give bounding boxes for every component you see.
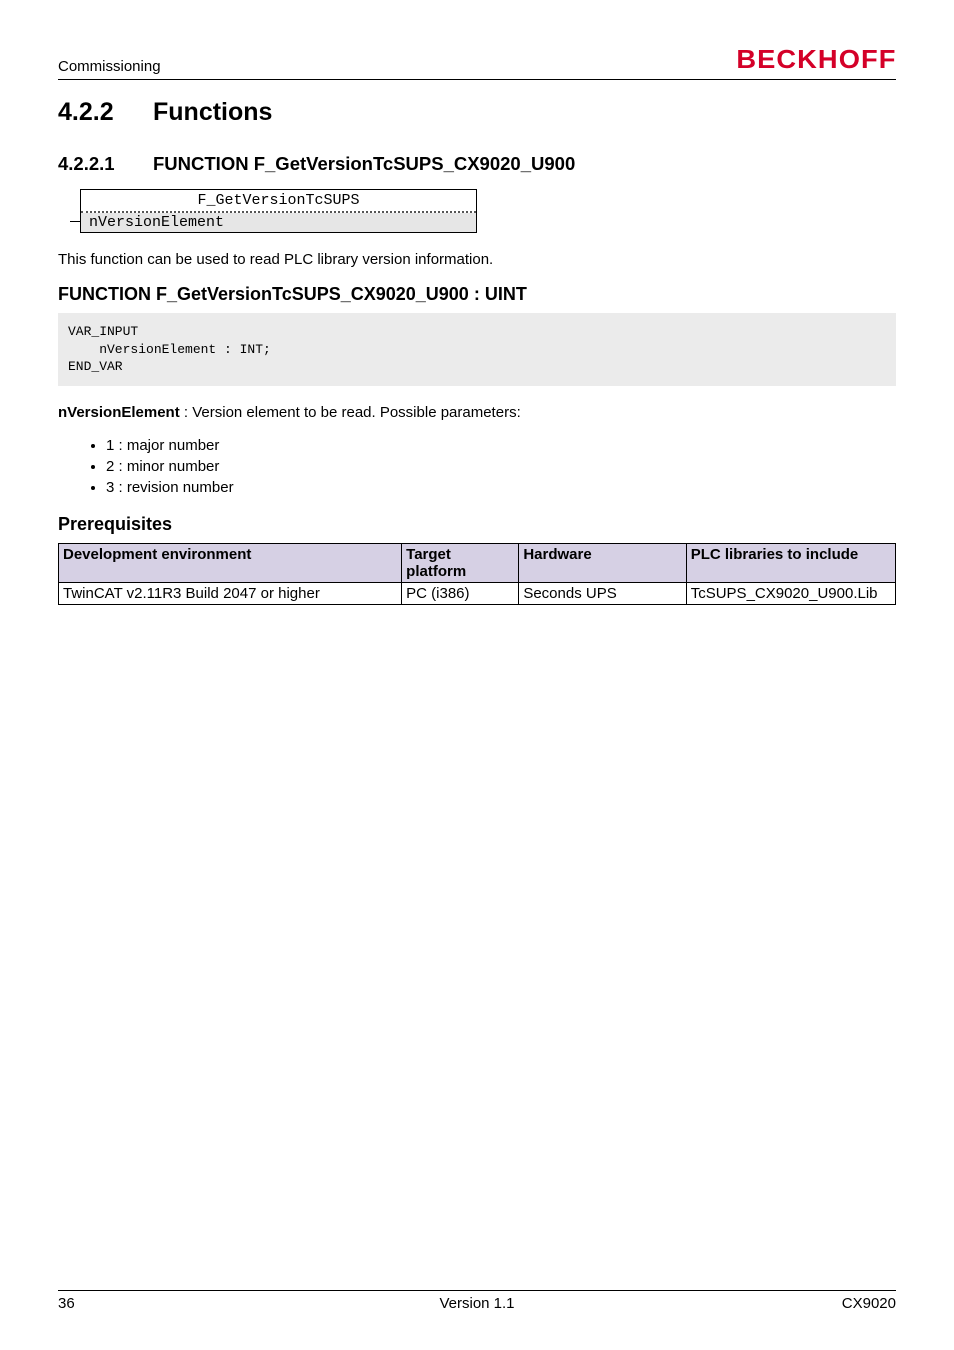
td-libraries: TcSUPS_CX9020_U900.Lib <box>686 582 895 604</box>
function-block-input-label: nVersionElement <box>89 214 224 231</box>
heading-number: 4.2.2.1 <box>58 153 153 175</box>
function-signature: FUNCTION F_GetVersionTcSUPS_CX9020_U900 … <box>58 284 896 305</box>
intro-paragraph: This function can be used to read PLC li… <box>58 251 896 268</box>
function-block-title: F_GetVersionTcSUPS <box>81 190 476 213</box>
code-block: VAR_INPUT nVersionElement : INT; END_VAR <box>58 313 896 386</box>
page-header: Commissioning BECKHOFF <box>58 44 896 80</box>
param-rest: : Version element to be read. Possible p… <box>180 404 521 421</box>
heading-text: Functions <box>153 98 272 126</box>
td-hardware: Seconds UPS <box>519 582 686 604</box>
th-hardware: Hardware <box>519 543 686 582</box>
section-label: Commissioning <box>58 58 161 75</box>
list-item: 2 : minor number <box>106 458 896 475</box>
beckhoff-logo: BECKHOFF <box>736 44 896 75</box>
td-dev-env: TwinCAT v2.11R3 Build 2047 or higher <box>59 582 402 604</box>
list-item: 1 : major number <box>106 437 896 454</box>
heading-number: 4.2.2 <box>58 98 153 127</box>
th-platform: Target platform <box>402 543 519 582</box>
function-block-diagram: F_GetVersionTcSUPS nVersionElement <box>80 189 477 233</box>
prerequisites-heading: Prerequisites <box>58 514 896 535</box>
version-label: Version 1.1 <box>58 1295 896 1312</box>
product-label: CX9020 <box>842 1295 896 1312</box>
td-platform: PC (i386) <box>402 582 519 604</box>
heading-4-2-2: 4.2.2Functions <box>58 98 896 127</box>
function-block-input: nVersionElement <box>81 213 476 232</box>
table-row: TwinCAT v2.11R3 Build 2047 or higher PC … <box>59 582 896 604</box>
heading-text: FUNCTION F_GetVersionTcSUPS_CX9020_U900 <box>153 153 575 174</box>
page-number: 36 <box>58 1295 75 1312</box>
heading-4-2-2-1: 4.2.2.1FUNCTION F_GetVersionTcSUPS_CX902… <box>58 153 896 175</box>
th-libraries: PLC libraries to include <box>686 543 895 582</box>
param-description: nVersionElement : Version element to be … <box>58 404 896 421</box>
param-values-list: 1 : major number 2 : minor number 3 : re… <box>58 437 896 496</box>
th-dev-env: Development environment <box>59 543 402 582</box>
param-name: nVersionElement <box>58 404 180 421</box>
list-item: 3 : revision number <box>106 479 896 496</box>
table-header-row: Development environment Target platform … <box>59 543 896 582</box>
input-connector-icon <box>70 221 80 222</box>
page-footer: 36 Version 1.1 CX9020 <box>58 1290 896 1312</box>
prerequisites-table: Development environment Target platform … <box>58 543 896 605</box>
